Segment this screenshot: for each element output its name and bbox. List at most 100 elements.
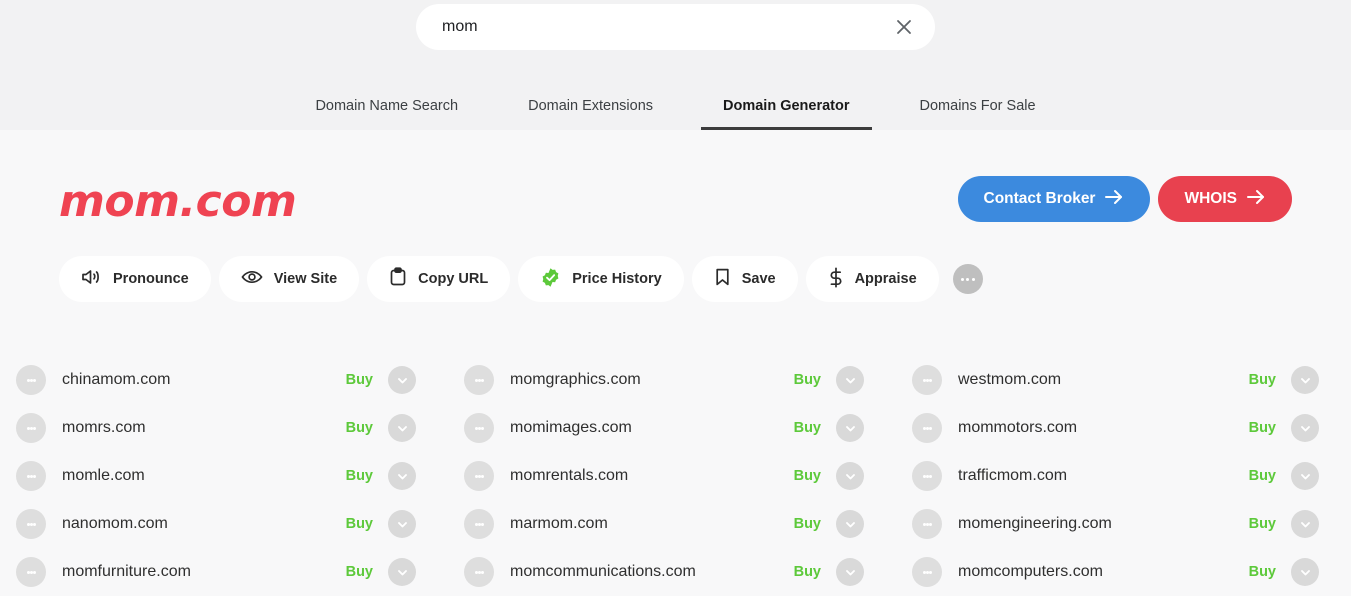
domain-suggestions-grid: chinamom.com Buy momrs.com Buy momle.com… [0, 356, 1351, 596]
buy-button[interactable]: Buy [794, 372, 821, 388]
domain-name[interactable]: momcommunications.com [510, 563, 794, 581]
domain-name[interactable]: momcomputers.com [958, 563, 1249, 581]
domain-name[interactable]: mommotors.com [958, 419, 1249, 437]
domain-name[interactable]: momrs.com [62, 419, 346, 437]
buy-button[interactable]: Buy [1249, 516, 1276, 532]
chevron-down-icon[interactable] [836, 414, 864, 442]
whois-button[interactable]: WHOIS [1158, 176, 1292, 222]
save-label: Save [741, 271, 776, 287]
ellipsis-icon[interactable] [912, 365, 942, 395]
table-row[interactable]: marmom.com Buy [448, 500, 896, 548]
buy-button[interactable]: Buy [1249, 564, 1276, 580]
domain-name[interactable]: momimages.com [510, 419, 794, 437]
buy-button[interactable]: Buy [794, 564, 821, 580]
buy-button[interactable]: Buy [346, 372, 373, 388]
domain-name[interactable]: momengineering.com [958, 515, 1249, 533]
arrow-right-icon [1105, 189, 1124, 210]
domain-name[interactable]: momrentals.com [510, 467, 794, 485]
table-row[interactable]: westmom.com Buy [896, 356, 1351, 404]
buy-button[interactable]: Buy [794, 516, 821, 532]
chevron-down-icon[interactable] [836, 366, 864, 394]
chevron-down-icon[interactable] [1291, 414, 1319, 442]
buy-button[interactable]: Buy [1249, 372, 1276, 388]
tab-domain-extensions[interactable]: Domain Extensions [528, 90, 653, 130]
ellipsis-icon[interactable] [464, 509, 494, 539]
table-row[interactable]: momgraphics.com Buy [448, 356, 896, 404]
more-actions-button[interactable] [952, 264, 983, 294]
ellipsis-icon[interactable] [16, 365, 46, 395]
buy-button[interactable]: Buy [346, 564, 373, 580]
domain-name[interactable]: momgraphics.com [510, 371, 794, 389]
close-icon[interactable] [891, 14, 917, 40]
ellipsis-icon[interactable] [16, 509, 46, 539]
view-site-button[interactable]: View Site [218, 256, 360, 302]
domain-column-3: westmom.com Buy mommotors.com Buy traffi… [896, 356, 1351, 596]
ellipsis-icon[interactable] [912, 461, 942, 491]
chevron-down-icon[interactable] [1291, 366, 1319, 394]
tab-domain-generator[interactable]: Domain Generator [701, 90, 871, 130]
chevron-down-icon[interactable] [388, 462, 416, 490]
ellipsis-icon[interactable] [16, 557, 46, 587]
table-row[interactable]: momcomputers.com Buy [896, 548, 1351, 596]
ellipsis-icon[interactable] [912, 413, 942, 443]
tab-bar: Domain Name Search Domain Extensions Dom… [0, 90, 1351, 130]
domain-name[interactable]: marmom.com [510, 515, 794, 533]
ellipsis-icon[interactable] [464, 557, 494, 587]
table-row[interactable]: trafficmom.com Buy [896, 452, 1351, 500]
buy-button[interactable]: Buy [346, 468, 373, 484]
contact-broker-button[interactable]: Contact Broker [957, 176, 1151, 222]
ellipsis-icon[interactable] [464, 413, 494, 443]
ellipsis-icon[interactable] [912, 557, 942, 587]
table-row[interactable]: momfurniture.com Buy [0, 548, 448, 596]
price-history-button[interactable]: Price History [518, 256, 684, 302]
appraise-button[interactable]: Appraise [805, 256, 939, 302]
chevron-down-icon[interactable] [836, 462, 864, 490]
tab-domain-name-search[interactable]: Domain Name Search [315, 90, 458, 130]
buy-button[interactable]: Buy [1249, 420, 1276, 436]
chevron-down-icon[interactable] [388, 510, 416, 538]
chevron-down-icon[interactable] [388, 558, 416, 586]
chevron-down-icon[interactable] [1291, 558, 1319, 586]
pronounce-button[interactable]: Pronounce [59, 256, 211, 302]
table-row[interactable]: momle.com Buy [0, 452, 448, 500]
chevron-down-icon[interactable] [836, 510, 864, 538]
search-input[interactable] [442, 12, 862, 42]
table-row[interactable]: momcommunications.com Buy [448, 548, 896, 596]
ellipsis-icon[interactable] [16, 413, 46, 443]
domain-column-2: momgraphics.com Buy momimages.com Buy mo… [448, 356, 896, 596]
save-button[interactable]: Save [691, 256, 798, 302]
tab-domains-for-sale[interactable]: Domains For Sale [920, 90, 1036, 130]
chevron-down-icon[interactable] [1291, 462, 1319, 490]
verified-badge-icon [540, 267, 561, 292]
domain-name[interactable]: momle.com [62, 467, 346, 485]
domain-name[interactable]: nanomom.com [62, 515, 346, 533]
domain-name[interactable]: momfurniture.com [62, 563, 346, 581]
buy-button[interactable]: Buy [794, 468, 821, 484]
table-row[interactable]: momengineering.com Buy [896, 500, 1351, 548]
buy-button[interactable]: Buy [1249, 468, 1276, 484]
domain-name[interactable]: trafficmom.com [958, 467, 1249, 485]
table-row[interactable]: momrentals.com Buy [448, 452, 896, 500]
ellipsis-icon[interactable] [16, 461, 46, 491]
buy-button[interactable]: Buy [346, 516, 373, 532]
table-row[interactable]: chinamom.com Buy [0, 356, 448, 404]
chevron-down-icon[interactable] [388, 414, 416, 442]
domain-name[interactable]: westmom.com [958, 371, 1249, 389]
copy-url-button[interactable]: Copy URL [367, 256, 511, 302]
table-row[interactable]: momrs.com Buy [0, 404, 448, 452]
ellipsis-icon[interactable] [464, 461, 494, 491]
table-row[interactable]: momimages.com Buy [448, 404, 896, 452]
chevron-down-icon[interactable] [836, 558, 864, 586]
buy-button[interactable]: Buy [346, 420, 373, 436]
clipboard-icon [389, 267, 407, 291]
ellipsis-icon[interactable] [464, 365, 494, 395]
chevron-down-icon[interactable] [388, 366, 416, 394]
search-bar[interactable] [416, 4, 935, 50]
table-row[interactable]: mommotors.com Buy [896, 404, 1351, 452]
domain-name[interactable]: chinamom.com [62, 371, 346, 389]
ellipsis-icon[interactable] [912, 509, 942, 539]
buy-button[interactable]: Buy [794, 420, 821, 436]
dollar-icon [828, 266, 844, 292]
chevron-down-icon[interactable] [1291, 510, 1319, 538]
table-row[interactable]: nanomom.com Buy [0, 500, 448, 548]
